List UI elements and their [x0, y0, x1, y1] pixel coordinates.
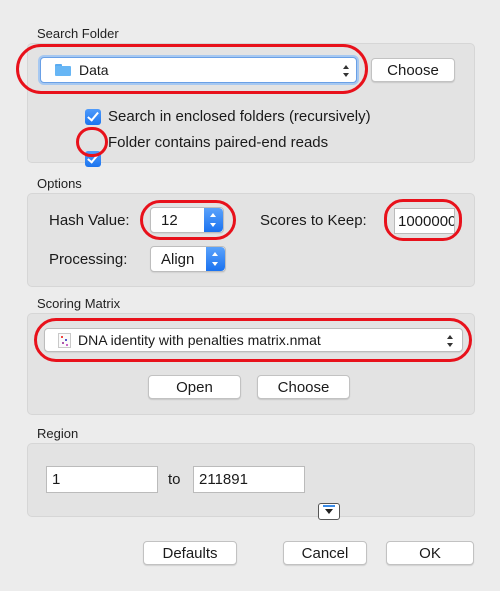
folder-icon [55, 64, 71, 76]
scores-to-keep-field[interactable]: 1000000 [394, 208, 455, 234]
folder-popup-value: Data [79, 62, 109, 78]
search-folder-title: Search Folder [37, 26, 119, 41]
region-select-icon[interactable] [318, 503, 340, 520]
scores-to-keep-label: Scores to Keep: [260, 212, 367, 229]
cancel-button[interactable]: Cancel [283, 541, 367, 565]
recursive-checkbox[interactable] [85, 109, 101, 125]
choose-folder-button[interactable]: Choose [371, 58, 455, 82]
hash-value-stepper[interactable]: 12 [150, 207, 224, 233]
dialog: Search Folder Data Choose Search in encl… [0, 0, 500, 591]
region-to-field[interactable]: 211891 [193, 466, 305, 493]
chevron-updown-icon [446, 334, 455, 348]
processing-label: Processing: [49, 251, 128, 268]
region-to-label: to [168, 471, 181, 488]
processing-arrows-icon [206, 247, 225, 271]
hash-value-text: 12 [161, 211, 178, 229]
scoring-matrix-title: Scoring Matrix [37, 296, 121, 311]
matrix-popup[interactable]: DNA identity with penalties matrix.nmat [44, 328, 463, 352]
ok-button[interactable]: OK [386, 541, 474, 565]
paired-end-label: Folder contains paired-end reads [108, 134, 329, 151]
region-title: Region [37, 426, 79, 441]
choose-matrix-button[interactable]: Choose [257, 375, 350, 399]
options-title: Options [37, 176, 82, 191]
paired-end-checkbox[interactable] [85, 151, 101, 167]
folder-popup[interactable]: Data [40, 57, 357, 83]
hash-value-label: Hash Value: [49, 212, 130, 229]
chevron-updown-icon [342, 64, 351, 78]
processing-popup[interactable]: Align [150, 246, 226, 272]
defaults-button[interactable]: Defaults [143, 541, 237, 565]
matrix-file-icon [58, 332, 71, 348]
matrix-popup-value: DNA identity with penalties matrix.nmat [78, 332, 321, 348]
hash-stepper-arrows-icon[interactable] [204, 208, 223, 232]
region-from-field[interactable]: 1 [46, 466, 158, 493]
open-matrix-button[interactable]: Open [148, 375, 241, 399]
recursive-label: Search in enclosed folders (recursively) [108, 108, 371, 125]
processing-value: Align [161, 250, 195, 268]
